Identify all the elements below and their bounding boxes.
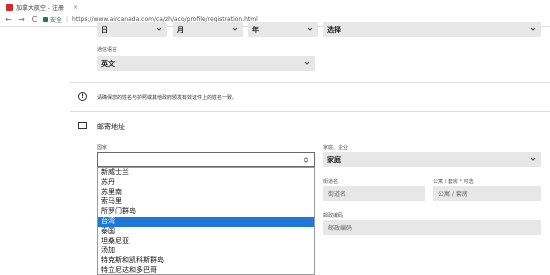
country-option[interactable]: 苏里南	[98, 188, 314, 198]
chevron-down-icon	[530, 157, 536, 161]
tab-close-icon[interactable]: ×	[73, 4, 78, 11]
birth-year-select[interactable]: 年	[248, 22, 318, 37]
language-select[interactable]: 英文	[97, 56, 315, 71]
mailing-address-title: 邮寄地址	[97, 123, 125, 131]
country-option[interactable]: 特克斯和凯科斯群岛	[98, 256, 314, 266]
air-canada-favicon-icon	[6, 3, 13, 11]
country-option[interactable]: 坦桑尼亚	[98, 237, 314, 247]
browser-title-bar: 加拿大航空 - 注册 ×	[0, 0, 550, 13]
secure-label: 安全	[50, 17, 63, 24]
gender-value: 选择	[327, 25, 341, 34]
chevron-down-icon	[530, 27, 536, 31]
country-option[interactable]: 索马里	[98, 197, 314, 207]
country-label: 国家	[97, 145, 108, 151]
country-option[interactable]: 汤加	[98, 246, 314, 256]
browser-tab[interactable]: 加拿大航空 - 注册 ×	[2, 1, 102, 13]
birth-month-select[interactable]: 月	[173, 22, 243, 37]
reload-button[interactable]: C	[30, 15, 39, 24]
country-option[interactable]: 泰国	[98, 227, 314, 237]
country-option[interactable]: 特立尼达和多巴哥	[98, 266, 314, 274]
tab-title: 加拿大航空 - 注册	[16, 4, 64, 12]
country-option[interactable]: 台湾	[98, 216, 314, 227]
apartment-label: 公寓 / 套房 * 可选	[433, 179, 474, 185]
url-separator: |	[66, 16, 69, 23]
postal-label: 邮政编码	[323, 213, 344, 219]
birth-day-select[interactable]: 日	[97, 22, 167, 37]
postal-code-input[interactable]: 邮政编码	[323, 220, 541, 235]
name-notice-text: 请确保您的姓名与护照或其他政府颁发有效证件上的姓名一致。	[97, 95, 238, 101]
back-button[interactable]: ←	[4, 15, 13, 24]
country-dropdown-list[interactable]: 新威士兰 苏丹 苏里南 索马里 所罗门群岛 台湾 泰国 坦桑尼亚 汤加 特克斯和凯科斯群岛 特立尼达…	[97, 167, 315, 275]
country-select[interactable]	[97, 152, 315, 167]
lock-icon	[43, 17, 48, 22]
address-type-select[interactable]: 家庭	[323, 152, 541, 167]
birth-year-value: 年	[252, 25, 259, 34]
country-option[interactable]: 新威士兰	[98, 168, 314, 178]
country-option[interactable]: 苏丹	[98, 178, 314, 188]
birth-month-value: 月	[177, 25, 184, 34]
address-type-value: 家庭	[327, 155, 341, 164]
address-type-label: 家庭、企业	[323, 145, 349, 151]
country-option[interactable]: 所罗门群岛	[98, 207, 314, 217]
street-input[interactable]: 街道名	[323, 186, 425, 201]
chevron-down-icon	[307, 27, 313, 31]
birth-day-value: 日	[101, 25, 108, 34]
chevron-down-icon	[156, 27, 162, 31]
chevron-updown-icon	[303, 157, 309, 163]
divider	[70, 82, 550, 83]
language-label: 通信语言	[97, 47, 118, 53]
info-icon: !	[78, 92, 87, 101]
divider	[70, 111, 550, 112]
forward-button[interactable]: →	[17, 15, 26, 24]
gender-select[interactable]: 选择	[323, 22, 541, 37]
street-label: 街道名	[323, 179, 339, 185]
chevron-down-icon	[232, 27, 238, 31]
apartment-input[interactable]: 公寓 / 套房	[433, 186, 541, 201]
chevron-down-icon	[304, 61, 310, 65]
secure-indicator[interactable]: 安全	[43, 15, 62, 24]
envelope-icon	[78, 122, 87, 129]
language-value: 英文	[101, 59, 115, 68]
